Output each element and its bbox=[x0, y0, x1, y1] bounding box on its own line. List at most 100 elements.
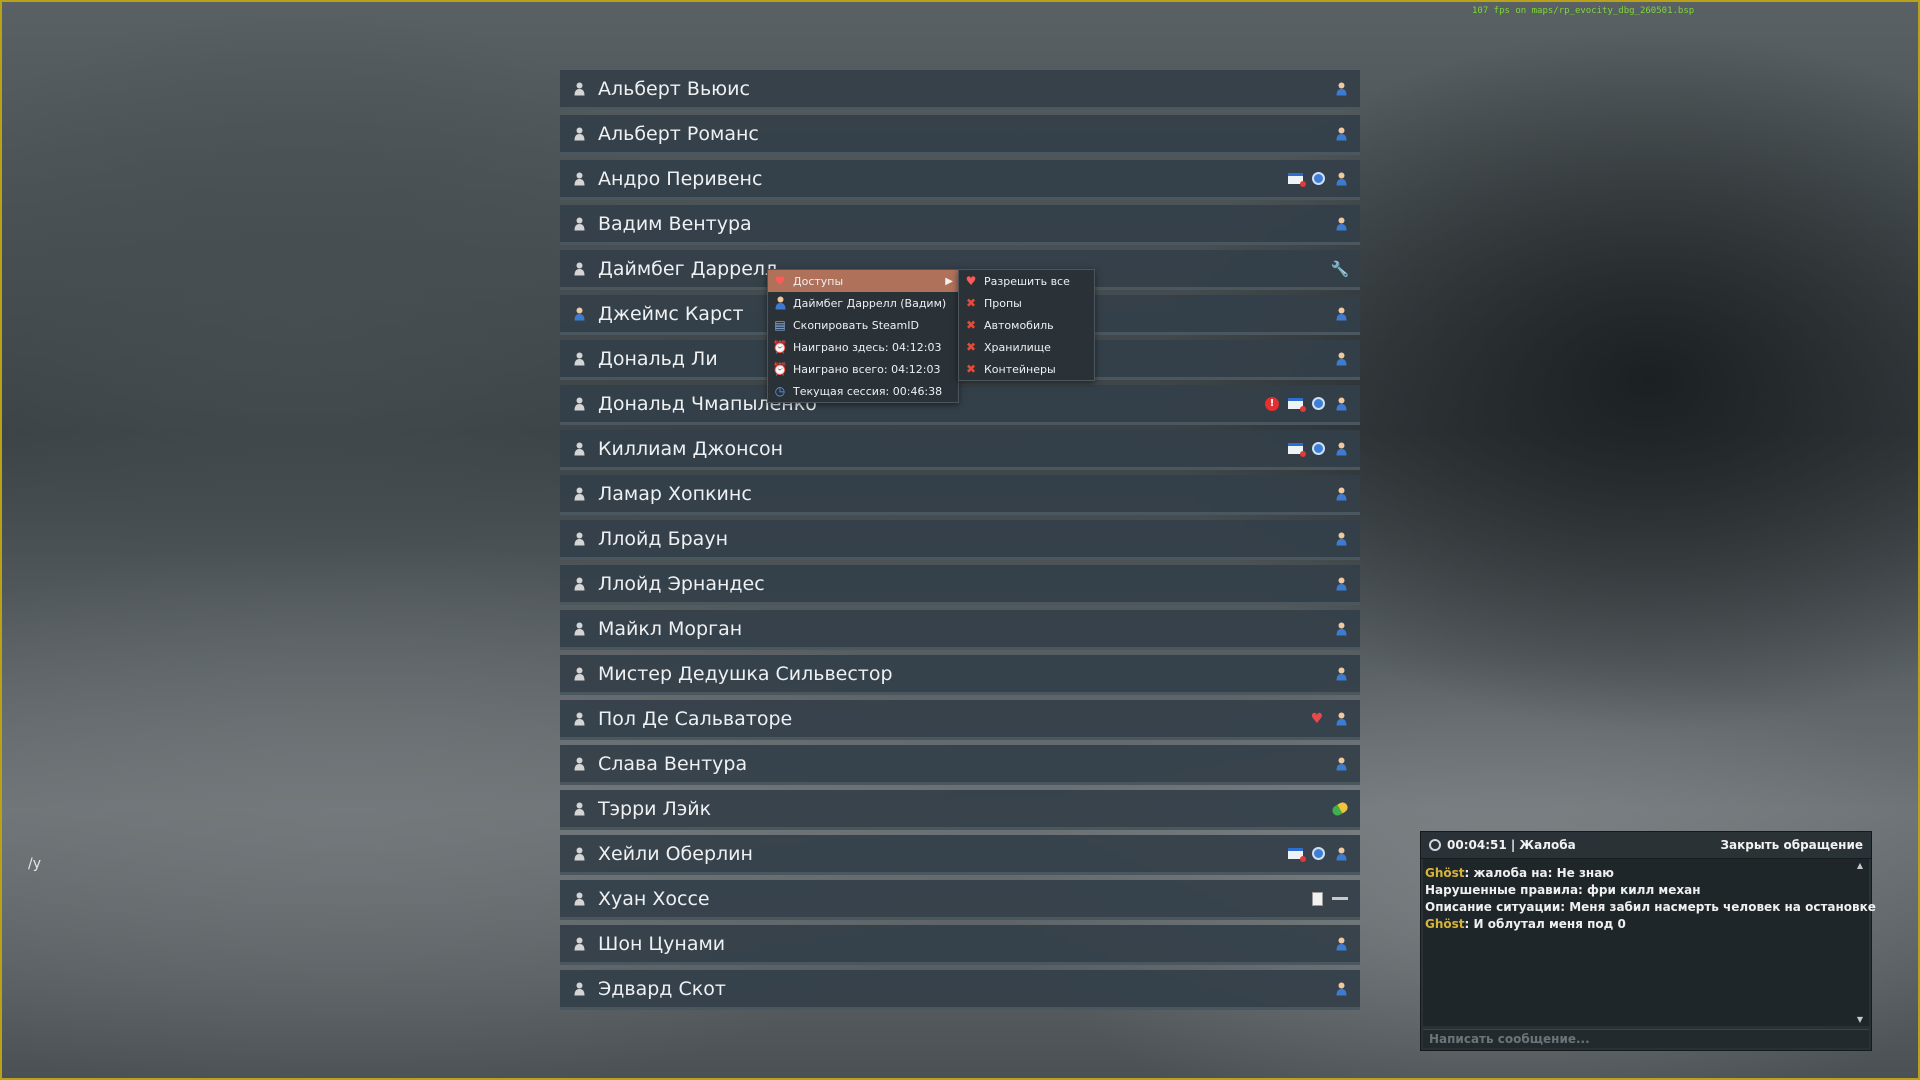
player-row[interactable]: Шон Цунами bbox=[560, 925, 1360, 965]
message-text: Нарушенные правила: фри килл механ bbox=[1425, 883, 1701, 897]
submenu-item-label: Контейнеры bbox=[984, 362, 1056, 376]
player-name: Андро Перивенс bbox=[598, 167, 763, 190]
user-icon bbox=[1334, 127, 1348, 141]
submenu-item[interactable]: ✖ Пропы bbox=[959, 292, 1094, 314]
player-status-icons bbox=[1334, 205, 1348, 242]
player-row[interactable]: Киллиам Джонсон bbox=[560, 430, 1360, 470]
player-row[interactable]: Пол Де Сальваторе ♥ bbox=[560, 700, 1360, 740]
context-menu-item[interactable]: ⏰ Наиграно всего: 04:12:03 bbox=[768, 358, 958, 380]
user-icon bbox=[1334, 487, 1348, 501]
player-avatar-icon bbox=[560, 172, 598, 186]
card-icon bbox=[1288, 398, 1306, 412]
player-avatar-icon bbox=[560, 892, 598, 906]
player-name: Майкл Морган bbox=[598, 617, 743, 640]
alert-icon: ! bbox=[1265, 396, 1279, 411]
menu-item-permissions[interactable]: ♥ Доступы ▶ bbox=[768, 270, 958, 292]
submenu-item-label: Пропы bbox=[984, 296, 1022, 310]
player-row[interactable]: Ллойд Эрнандес bbox=[560, 565, 1360, 605]
user-icon bbox=[1334, 532, 1348, 546]
scroll-down-icon[interactable]: ▼ bbox=[1857, 1015, 1863, 1024]
player-status-icons bbox=[1334, 655, 1348, 692]
heart-icon: ♥ bbox=[774, 274, 786, 288]
user-icon bbox=[772, 296, 788, 310]
player-row[interactable]: Андро Перивенс bbox=[560, 160, 1360, 200]
clock-icon bbox=[1312, 397, 1325, 410]
player-row[interactable]: Мистер Дедушка Сильвестор bbox=[560, 655, 1360, 695]
player-avatar-icon bbox=[560, 352, 598, 366]
fps-counter: 107 fps on maps/rp_evocity_dbg_260501.bs… bbox=[1472, 6, 1695, 16]
user-icon bbox=[1334, 622, 1348, 636]
player-row[interactable]: Дональд Чмапыленко! bbox=[560, 385, 1360, 425]
player-row[interactable]: Тэрри Лэйк bbox=[560, 790, 1360, 830]
player-status-icons bbox=[1334, 70, 1348, 107]
chat-message: Ghöst: И облутал меня под 0 bbox=[1423, 916, 1869, 933]
pill-icon bbox=[1330, 800, 1350, 817]
submenu-item[interactable]: ♥ Разрешить все bbox=[959, 270, 1094, 292]
player-avatar-icon bbox=[560, 667, 598, 681]
user-icon bbox=[1334, 712, 1348, 726]
player-name: Ллойд Браун bbox=[598, 527, 728, 550]
player-status-icons bbox=[1334, 610, 1348, 647]
player-name: Киллиам Джонсон bbox=[598, 437, 783, 460]
submenu-item[interactable]: ✖ Автомобиль bbox=[959, 314, 1094, 336]
player-row[interactable]: Эдвард Скот bbox=[560, 970, 1360, 1010]
player-avatar-icon bbox=[560, 937, 598, 951]
context-menu-item[interactable]: ⏰ Наиграно здесь: 04:12:03 bbox=[768, 336, 958, 358]
player-status-icons bbox=[1288, 160, 1348, 197]
ticket-panel: 00:04:51 | Жалоба Закрыть обращение ▲ ▼ … bbox=[1420, 831, 1876, 1051]
player-status-icons bbox=[1334, 295, 1348, 332]
player-row[interactable]: Вадим Вентура bbox=[560, 205, 1360, 245]
player-row[interactable]: Ламар Хопкинс bbox=[560, 475, 1360, 515]
player-avatar-icon bbox=[560, 82, 598, 96]
player-name: Мистер Дедушка Сильвестор bbox=[598, 662, 893, 685]
x-icon: ✖ bbox=[965, 340, 977, 354]
ticket-messages[interactable]: ▲ ▼ Ghöst: жалоба на: Не знаю Нарушенные … bbox=[1423, 859, 1876, 1026]
player-row[interactable]: Майкл Морган bbox=[560, 610, 1360, 650]
player-avatar-icon bbox=[560, 262, 598, 276]
message-input[interactable] bbox=[1423, 1029, 1869, 1048]
message-text: Описание ситуации: Меня забил насмерть ч… bbox=[1425, 900, 1876, 914]
clock-icon bbox=[1312, 442, 1325, 455]
scroll-up-icon[interactable]: ▲ bbox=[1857, 861, 1863, 870]
context-menu-item[interactable]: ◷ Текущая сессия: 00:46:38 bbox=[768, 380, 958, 402]
player-name: Джеймс Карст bbox=[598, 302, 744, 325]
submenu-item[interactable]: ✖ Контейнеры bbox=[959, 358, 1094, 380]
context-submenu: ♥ Разрешить все ✖ Пропы ✖ Автомобиль ✖ Хранилищ… bbox=[958, 269, 1095, 381]
player-name: Вадим Вентура bbox=[598, 212, 752, 235]
submenu-item[interactable]: ✖ Хранилище bbox=[959, 336, 1094, 358]
player-status-icons bbox=[1334, 475, 1348, 512]
player-row[interactable]: Слава Вентура bbox=[560, 745, 1360, 785]
player-status-icons bbox=[1334, 745, 1348, 782]
message-author: Ghöst bbox=[1425, 917, 1465, 931]
player-name: Шон Цунами bbox=[598, 932, 726, 955]
player-status-icons bbox=[1288, 835, 1348, 872]
player-name: Тэрри Лэйк bbox=[598, 797, 712, 820]
player-avatar-icon bbox=[560, 622, 598, 636]
user-icon bbox=[1334, 982, 1348, 996]
ticket-header: 00:04:51 | Жалоба Закрыть обращение bbox=[1421, 832, 1871, 859]
menu-item-label: Скопировать SteamID bbox=[793, 318, 919, 332]
menu-item-label: Текущая сессия: 00:46:38 bbox=[793, 384, 943, 398]
user-icon bbox=[1334, 82, 1348, 96]
message-text: : И облутал меня под 0 bbox=[1464, 917, 1626, 931]
context-menu-item[interactable]: Даймбег Даррелл (Вадим) bbox=[768, 292, 958, 314]
context-menu-item[interactable]: ▤ Скопировать SteamID bbox=[768, 314, 958, 336]
user-icon bbox=[1334, 442, 1348, 456]
player-row[interactable]: Хейли Оберлин bbox=[560, 835, 1360, 875]
x-icon: ✖ bbox=[965, 318, 977, 332]
user-icon bbox=[1334, 757, 1348, 771]
player-status-icons bbox=[1334, 565, 1348, 602]
card-icon bbox=[1288, 173, 1306, 187]
player-row[interactable]: Альберт Вьюис bbox=[560, 70, 1360, 110]
player-avatar-icon bbox=[560, 847, 598, 861]
player-name: Эдвард Скот bbox=[598, 977, 726, 1000]
player-row[interactable]: Альберт Романс bbox=[560, 115, 1360, 155]
player-avatar-icon bbox=[560, 487, 598, 501]
player-name: Слава Вентура bbox=[598, 752, 748, 775]
submenu-item-label: Хранилище bbox=[984, 340, 1051, 354]
player-avatar-icon bbox=[560, 712, 598, 726]
close-ticket-button[interactable]: Закрыть обращение bbox=[1721, 838, 1863, 852]
player-row[interactable]: Хуан Хоссе bbox=[560, 880, 1360, 920]
message-author: Ghöst bbox=[1425, 866, 1465, 880]
player-row[interactable]: Ллойд Браун bbox=[560, 520, 1360, 560]
